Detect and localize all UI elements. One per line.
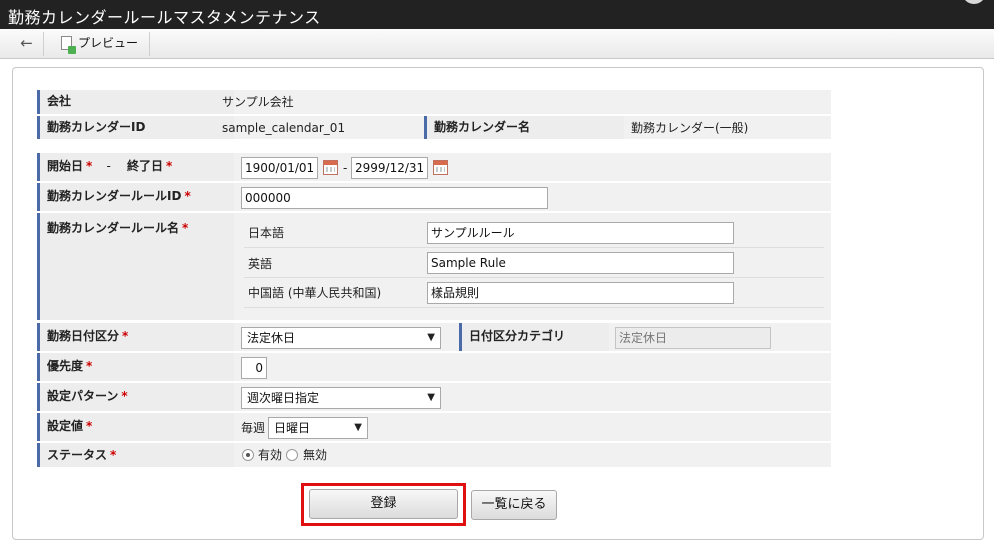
calendar-id-label: 勤務カレンダーID (37, 116, 234, 139)
end-date-input[interactable]: 2999/12/31 (351, 157, 428, 179)
rule-id-input[interactable]: 000000 (241, 187, 548, 209)
date-type-select[interactable]: 法定休日 ▼ (241, 327, 441, 349)
rule-id-row: 勤務カレンダールールID * 000000 (37, 183, 831, 212)
calendar-id-value: sample_calendar_01 (222, 121, 346, 135)
rule-name-ja-input[interactable]: サンプルルール (427, 222, 734, 244)
back-to-list-button[interactable]: 一覧に戻る (471, 490, 557, 520)
rule-name-zh-input[interactable]: 樣品規則 (427, 282, 734, 304)
setting-value-label-text: 設定値 (47, 419, 84, 433)
date-type-row: 勤務日付区分 * 法定休日 ▼ 日付区分カテゴリ 法定休日 (37, 323, 831, 352)
status-enabled-radio[interactable] (242, 449, 254, 461)
pattern-select[interactable]: 週次曜日指定 ▼ (241, 387, 441, 409)
status-disabled-radio[interactable] (286, 449, 298, 461)
priority-row: 優先度 * 0 (37, 353, 831, 382)
setting-value-label: 設定値 * (37, 413, 234, 441)
weekday-value: 日曜日 (274, 421, 311, 435)
company-value: サンプル会社 (222, 95, 294, 109)
status-row: ステータス * 有効 無効 (37, 443, 831, 468)
end-date-label: 終了日 (127, 159, 164, 173)
period-row: 開始日 * - 終了日 * 1900/01/01 - 2999/12/31 (37, 153, 831, 182)
window-control-icon[interactable] (962, 0, 986, 4)
priority-label: 優先度 * (37, 353, 234, 381)
range-separator: - (343, 161, 348, 175)
divider (244, 307, 824, 308)
toolbar: ← プレビュー (0, 29, 994, 59)
required-mark: * (121, 389, 128, 403)
back-button[interactable]: ← (10, 32, 44, 56)
company-row: 会社 サンプル会社 (37, 90, 831, 115)
weekday-select[interactable]: 日曜日 ▼ (268, 417, 368, 439)
pattern-value: 週次曜日指定 (247, 391, 320, 405)
pattern-row: 設定パターン * 週次曜日指定 ▼ (37, 383, 831, 412)
calendar-icon[interactable] (323, 160, 338, 175)
divider (244, 277, 824, 278)
required-mark: * (182, 221, 189, 235)
priority-label-text: 優先度 (47, 359, 84, 373)
date-type-label-text: 勤務日付区分 (47, 329, 120, 343)
required-mark: * (86, 419, 93, 433)
preview-document-icon (61, 36, 76, 54)
required-mark: * (86, 159, 93, 173)
rule-name-en-input[interactable]: Sample Rule (427, 252, 734, 274)
required-mark: * (86, 359, 93, 373)
preview-button[interactable]: プレビュー (58, 32, 150, 56)
calendar-name-label: 勤務カレンダー名 (424, 116, 624, 139)
rule-id-label: 勤務カレンダールールID * (37, 183, 234, 211)
start-date-input[interactable]: 1900/01/01 (241, 157, 318, 179)
lang-name-zh: 中国語 (中華人民共和国) (248, 286, 382, 300)
required-mark: * (110, 448, 117, 462)
dropdown-arrow-icon: ▼ (354, 422, 362, 433)
preview-label: プレビュー (78, 36, 139, 50)
status-disabled-label: 無効 (303, 448, 328, 462)
status-label: ステータス * (37, 443, 234, 467)
title-bar: 勤務カレンダールールマスタメンテナンス (0, 0, 994, 29)
dropdown-arrow-icon: ▼ (427, 392, 435, 403)
status-enabled-label: 有効 (258, 448, 283, 462)
required-mark: * (122, 329, 129, 343)
date-category-input: 法定休日 (615, 327, 771, 349)
rule-id-label-text: 勤務カレンダールールID (47, 189, 182, 203)
period-label: 開始日 * - 終了日 * (37, 153, 234, 181)
register-button[interactable]: 登録 (309, 489, 458, 519)
calendar-name-value: 勤務カレンダー(一般) (631, 121, 749, 135)
required-mark: * (166, 159, 173, 173)
period-separator: - (106, 159, 111, 173)
date-type-value: 法定休日 (247, 331, 296, 345)
start-date-label: 開始日 (47, 159, 84, 173)
rule-name-row: 勤務カレンダールール名 * 日本語 サンプルルール 英語 Sample Rule … (37, 213, 831, 321)
dropdown-arrow-icon: ▼ (427, 332, 435, 343)
pattern-label-text: 設定パターン (47, 389, 119, 403)
company-label: 会社 (37, 90, 234, 114)
status-label-text: ステータス (47, 448, 108, 462)
calendar-row: 勤務カレンダーID sample_calendar_01 勤務カレンダー名 勤務… (37, 116, 831, 140)
rule-name-label: 勤務カレンダールール名 * (37, 213, 234, 320)
rule-name-label-text: 勤務カレンダールール名 (47, 221, 180, 235)
pattern-label: 設定パターン * (37, 383, 234, 411)
lang-name-en: 英語 (248, 257, 273, 271)
required-mark: * (184, 189, 191, 203)
setting-value-prefix: 毎週 (241, 421, 266, 435)
arrow-left-icon: ← (20, 34, 33, 52)
setting-value-row: 設定値 * 毎週 日曜日 ▼ (37, 413, 831, 442)
window-title: 勤務カレンダールールマスタメンテナンス (8, 8, 321, 27)
lang-name-ja: 日本語 (248, 226, 285, 240)
divider (244, 247, 824, 248)
date-type-label: 勤務日付区分 * (37, 323, 234, 351)
date-category-label: 日付区分カテゴリ (459, 323, 609, 351)
priority-input[interactable]: 0 (241, 357, 267, 379)
calendar-icon[interactable] (433, 160, 448, 175)
